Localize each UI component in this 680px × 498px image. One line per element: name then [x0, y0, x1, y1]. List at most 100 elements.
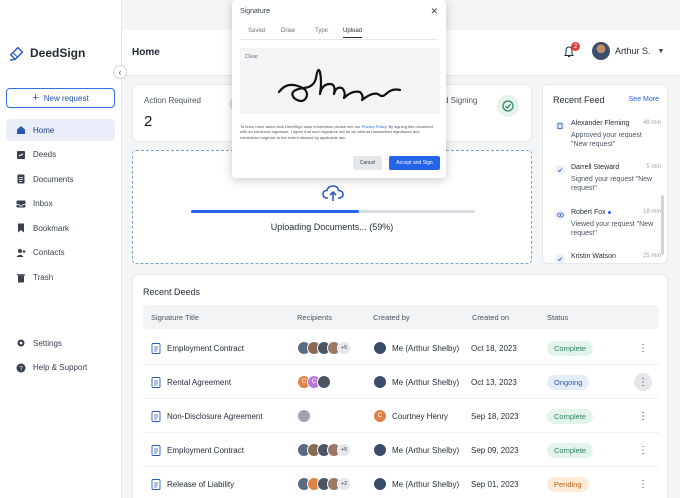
avatar [373, 477, 387, 491]
avatar [592, 42, 610, 60]
document-icon [151, 444, 161, 456]
status-cell: Complete [547, 433, 594, 467]
created-date: Sep 09, 2023 [471, 445, 519, 455]
sidebar-item-help[interactable]: ? Help & Support [6, 357, 115, 379]
feed-item-name: Robert Fox [571, 209, 611, 216]
trash-icon [16, 273, 26, 283]
feed-item-name: Kristin Watson [571, 253, 616, 260]
sidebar-item-label: Bookmark [33, 223, 70, 233]
table-row[interactable]: Release of Liability +2 Me (Arthur Shelb… [143, 467, 659, 498]
sidebar-item-home[interactable]: Home [6, 119, 115, 141]
privacy-policy-link[interactable]: Privacy Policy [362, 124, 387, 129]
feed-item-time: 49 min [642, 120, 661, 126]
recipients-cell: +5 [297, 331, 351, 365]
feed-item-name: Darrell Steward [571, 164, 620, 171]
sidebar-item-label: Contacts [33, 248, 65, 258]
status-cell: Pending [547, 467, 589, 498]
close-icon[interactable]: ✕ [430, 6, 438, 17]
creator-cell: C Courtney Henry [373, 399, 448, 433]
sidebar-item-deeds[interactable]: Deeds [6, 144, 115, 166]
caret-down-icon: ▼ [657, 47, 665, 55]
table-row[interactable]: Non-Disclosure Agreement C Courtney Henr… [143, 399, 659, 433]
cloud-upload-icon [322, 185, 344, 201]
avatar: C [373, 409, 387, 423]
sidebar-nav: Home Deeds Documents Inbox Bookmark Cont… [6, 119, 115, 291]
feed-item-desc: Viewed your request "New request" [571, 221, 654, 238]
sidebar-item-label: Inbox [33, 199, 53, 209]
more-options-icon[interactable]: ⋮ [634, 475, 652, 493]
app-name: DeedSign [30, 46, 86, 60]
title-cell: Employment Contract [151, 433, 244, 467]
app-logo[interactable]: DeedSign [8, 44, 85, 62]
new-request-button[interactable]: + New request [6, 88, 115, 108]
more-options-icon[interactable]: ⋮ [634, 407, 652, 425]
feed-item-name: Alexander Fleming [571, 120, 630, 127]
creator-name: Me (Arthur Shelby) [392, 343, 460, 353]
feed-scrollbar[interactable] [661, 195, 664, 255]
cancel-button[interactable]: Cancel [353, 156, 382, 170]
recent-feed-card: Recent Feed See More Alexander Fleming 4… [542, 84, 668, 264]
modal-title: Signature [240, 8, 270, 15]
gear-icon [16, 338, 26, 348]
status-badge: Ongoing [547, 374, 590, 390]
table-row[interactable]: Employment Contract +5 Me (Arthur Shelby… [143, 331, 659, 365]
sidebar-bottom: Settings ? Help & Support [6, 332, 115, 381]
title-cell: Release of Liability [151, 467, 234, 498]
status-badge: Pending [547, 476, 589, 492]
column-header: Created by [373, 313, 410, 322]
sidebar-item-documents[interactable]: Documents [6, 168, 115, 190]
creator-name: Me (Arthur Shelby) [392, 377, 460, 387]
avatar [373, 341, 387, 355]
deed-title: Non-Disclosure Agreement [167, 411, 263, 421]
more-options-icon[interactable]: ⋮ [634, 373, 652, 391]
tab-upload[interactable]: Upload [343, 28, 363, 38]
tab-type[interactable]: Type [315, 28, 328, 34]
feed-title: Recent Feed [553, 95, 605, 105]
tab-draw[interactable]: Draw [281, 28, 295, 34]
sidebar-item-trash[interactable]: Trash [6, 267, 115, 289]
date-cell: Sep 01, 2023 [471, 467, 519, 498]
sidebar-item-label: Deeds [33, 150, 57, 160]
more-options-icon[interactable]: ⋮ [634, 339, 652, 357]
feed-item-time: 5 min [646, 164, 661, 170]
feed-item-name-text: Robert Fox [571, 209, 606, 216]
upload-progress-bar [191, 210, 475, 213]
user-name: Arthur S. [615, 46, 651, 56]
status-cell: Ongoing [547, 365, 590, 399]
accept-and-sign-button[interactable]: Accept and Sign [389, 156, 440, 170]
column-header: Status [547, 313, 569, 322]
recipients-cell: +2 [297, 467, 351, 498]
user-menu[interactable]: Arthur S. ▼ [592, 42, 664, 60]
signature-tabs: Saved Draw Type Upload [240, 26, 438, 40]
status-badge: Complete [547, 408, 594, 424]
sidebar-item-contacts[interactable]: Contacts [6, 242, 115, 264]
sidebar-item-label: Documents [33, 174, 74, 184]
upload-progress-fill [191, 210, 359, 213]
plus-icon: + [32, 91, 39, 104]
deeds-icon [16, 150, 26, 160]
feed-item-desc: Approved your request "New request" [571, 132, 642, 149]
collapse-sidebar-button[interactable]: ‹ [113, 65, 127, 79]
table-row[interactable]: Employment Contract +5 Me (Arthur Shelby… [143, 433, 659, 467]
title-cell: Non-Disclosure Agreement [151, 399, 263, 433]
see-more-link[interactable]: See More [629, 96, 659, 103]
table-row[interactable]: Rental Agreement C C Me (Arthur Shelby) … [143, 365, 659, 399]
signature-preview[interactable]: Clear [240, 48, 440, 114]
signature-image [277, 68, 402, 103]
deed-title: Release of Liability [167, 479, 235, 489]
avatar [297, 409, 311, 423]
feed-item-time: 18 min [642, 209, 661, 215]
sidebar-item-settings[interactable]: Settings [6, 332, 115, 354]
column-header: Signature Title [151, 313, 199, 322]
page-title: Home [132, 47, 160, 58]
sidebar-item-inbox[interactable]: Inbox [6, 193, 115, 215]
inbox-icon [16, 199, 26, 209]
documents-icon [16, 174, 26, 184]
sidebar-item-bookmark[interactable]: Bookmark [6, 217, 115, 239]
sidebar-item-label: Help & Support [33, 363, 88, 373]
clear-button[interactable]: Clear [245, 54, 258, 60]
more-options-icon[interactable]: ⋮ [634, 441, 652, 459]
status-badge: Complete [547, 340, 594, 356]
date-cell: Sep 09, 2023 [471, 433, 519, 467]
tab-saved[interactable]: Saved [248, 28, 265, 34]
